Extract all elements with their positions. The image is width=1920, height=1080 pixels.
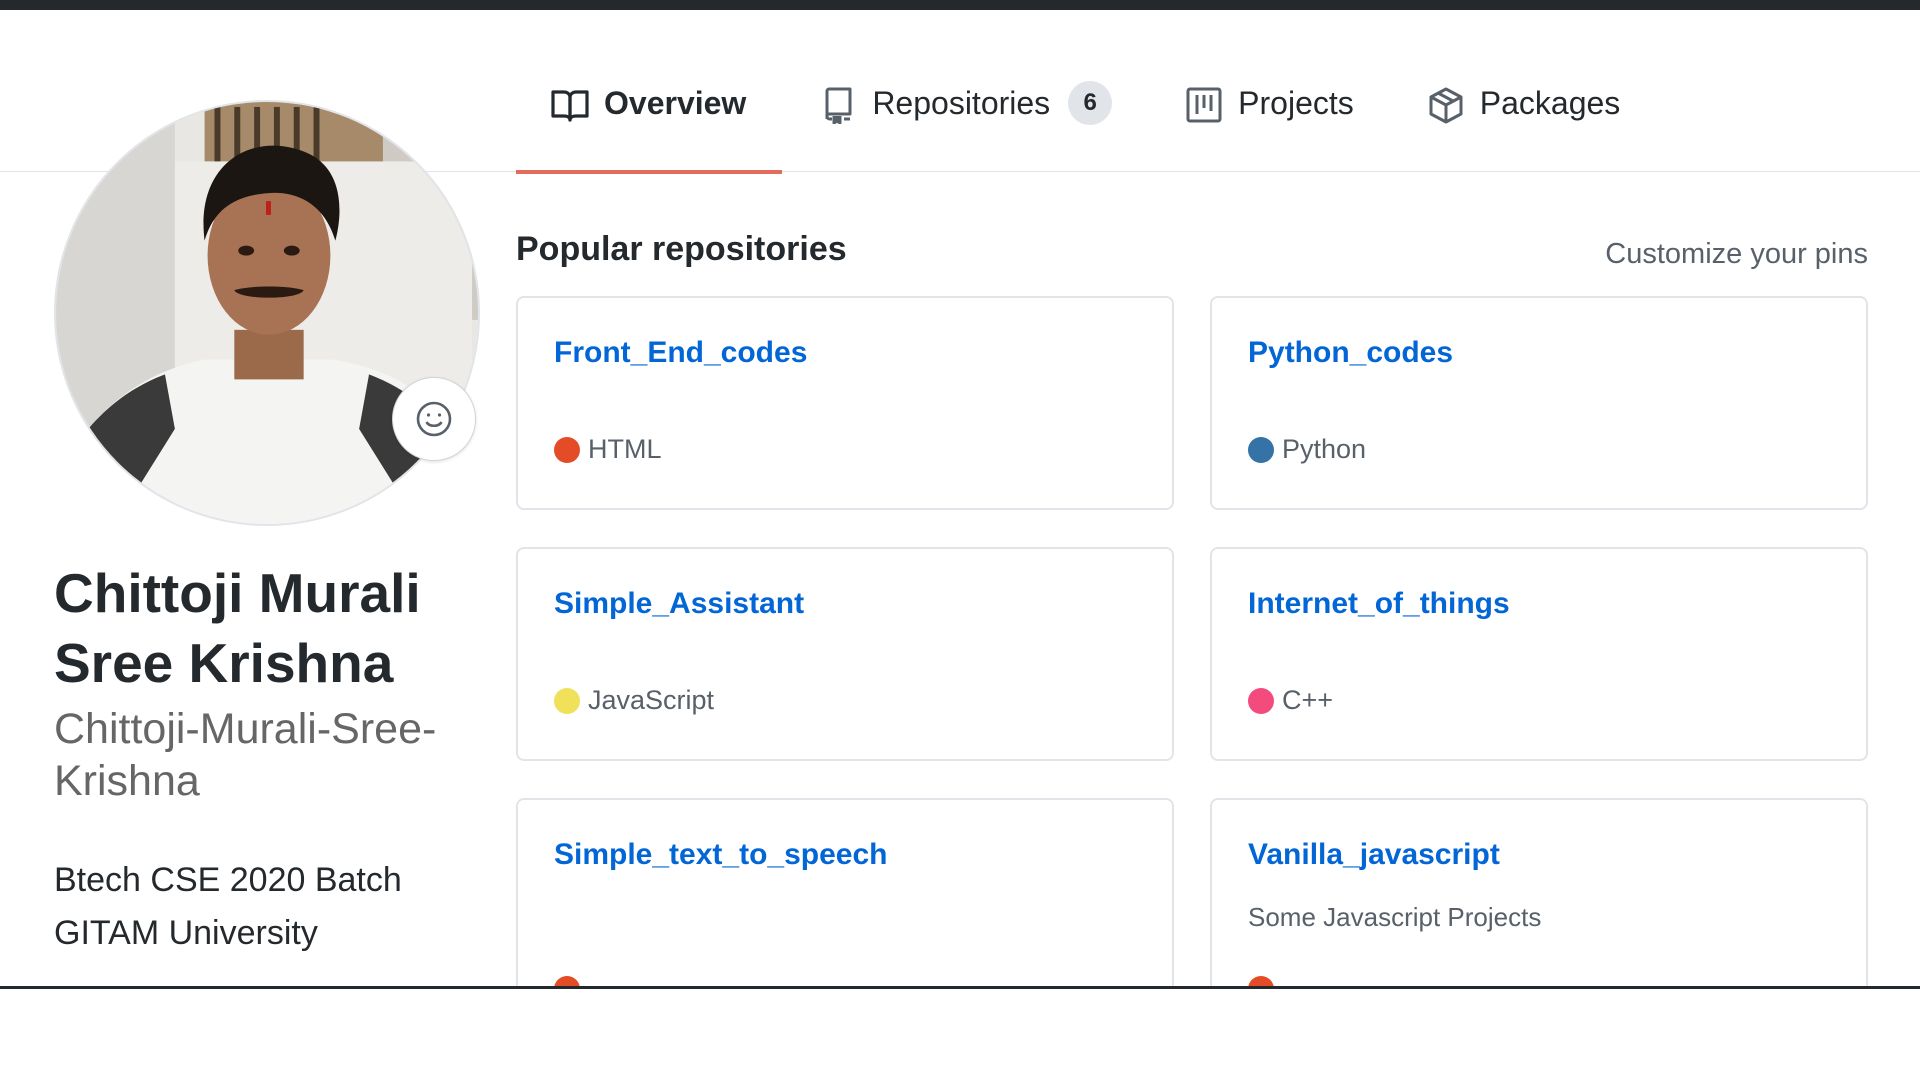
repo-icon xyxy=(818,86,858,124)
repo-name-link[interactable]: Python_codes xyxy=(1248,336,1453,370)
repo-language-label: HTML xyxy=(588,434,662,464)
repo-description: Some Javascript Projects xyxy=(1248,902,1542,932)
profile-full-name: Chittoji Murali Sree Krishna xyxy=(54,562,421,694)
bio-line-2: GITAM University xyxy=(54,914,318,952)
tab-packages-label: Packages xyxy=(1479,85,1621,121)
language-color-dot xyxy=(1248,436,1274,463)
repo-card: Python_codes Python xyxy=(1210,296,1868,510)
repo-language: C++ xyxy=(1248,685,1333,716)
language-color-dot xyxy=(554,687,580,714)
tab-packages[interactable]: Packages xyxy=(1390,85,1657,172)
tab-projects-label: Projects xyxy=(1238,85,1354,121)
set-status-button[interactable] xyxy=(392,377,476,461)
repo-name-link[interactable]: Front_End_codes xyxy=(554,336,807,370)
screen-bottom-edge xyxy=(0,986,1920,1080)
tab-repositories[interactable]: Repositories 6 xyxy=(782,81,1148,172)
tab-projects[interactable]: Projects xyxy=(1148,85,1390,172)
avatar[interactable] xyxy=(54,100,480,526)
repo-language-label: C++ xyxy=(1282,685,1334,715)
repo-language: HTML xyxy=(554,434,662,465)
repo-language: Python xyxy=(1248,434,1366,465)
repo-name-link[interactable]: Simple_text_to_speech xyxy=(554,838,887,872)
book-icon xyxy=(550,86,590,124)
repo-name-link[interactable]: Simple_Assistant xyxy=(554,587,804,621)
tab-overview-label: Overview xyxy=(604,85,747,121)
customize-pins-link[interactable]: Customize your pins xyxy=(1605,238,1868,271)
project-board-icon xyxy=(1184,86,1224,124)
bio-line-1: Btech CSE 2020 Batch xyxy=(54,861,402,899)
tab-repositories-label: Repositories xyxy=(872,85,1051,121)
repositories-count-badge: 6 xyxy=(1068,81,1113,125)
tab-overview[interactable]: Overview xyxy=(516,85,783,174)
repo-language: JavaScript xyxy=(554,685,714,716)
top-header-bar xyxy=(0,0,1920,10)
profile-username: Chittoji-Murali-Sree-Krishna xyxy=(54,705,437,805)
smiley-icon xyxy=(416,401,452,437)
package-icon xyxy=(1426,86,1466,124)
repo-language-label: JavaScript xyxy=(588,685,715,715)
repo-card: Front_End_codes HTML xyxy=(516,296,1174,510)
repo-card: Simple_Assistant JavaScript xyxy=(516,547,1174,761)
repo-card: Simple_text_to_speech xyxy=(516,798,1174,1012)
repo-name-link[interactable]: Internet_of_things xyxy=(1248,587,1510,621)
tab-list: Overview Repositories 6 Projects Package… xyxy=(516,81,1657,174)
repo-name-link[interactable]: Vanilla_javascript xyxy=(1248,838,1500,872)
repo-card: Internet_of_things C++ xyxy=(1210,547,1868,761)
section-title: Popular repositories xyxy=(516,230,847,268)
repo-card: Vanilla_javascript Some Javascript Proje… xyxy=(1210,798,1868,1012)
language-color-dot xyxy=(1248,687,1274,714)
language-color-dot xyxy=(554,436,580,463)
repo-language-label: Python xyxy=(1282,434,1367,464)
profile-bio: Btech CSE 2020 Batch GITAM University xyxy=(54,854,484,960)
